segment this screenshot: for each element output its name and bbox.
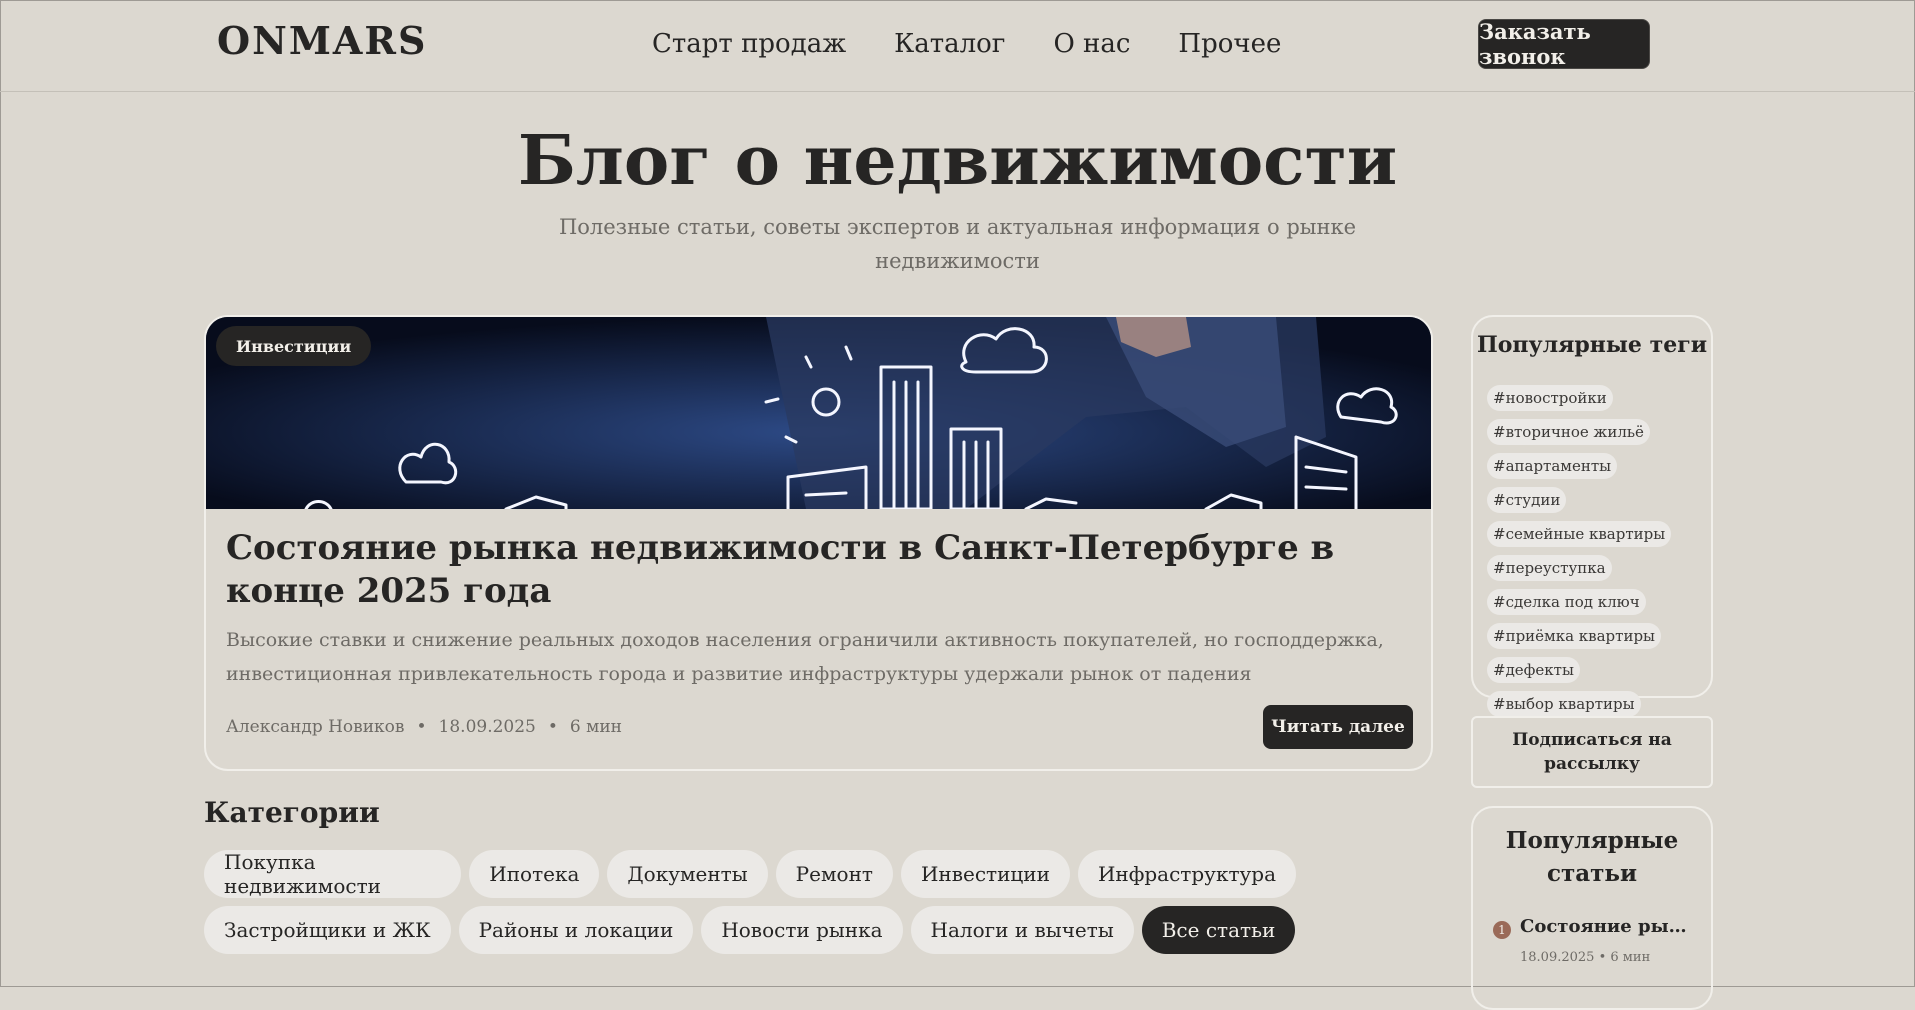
popular-tags-panel: Популярные теги #новостройки #вторичное …: [1471, 315, 1713, 717]
featured-article-title[interactable]: Состояние рынка недвижимости в Санкт-Пет…: [226, 527, 1406, 613]
category-chip[interactable]: Ипотека: [469, 850, 600, 898]
category-chip[interactable]: Покупка недвижимости: [204, 850, 462, 898]
categories-list: Покупка недвижимости Ипотека Документы Р…: [204, 850, 1304, 962]
featured-article-card[interactable]: Инвестиции Состояние рынка недвижимости …: [204, 315, 1433, 771]
category-chip[interactable]: Районы и локации: [458, 906, 694, 954]
tag-chip[interactable]: #вторичное жильё: [1487, 419, 1650, 445]
tag-chip[interactable]: #апартаменты: [1487, 453, 1618, 479]
article-read-time: 6 мин: [569, 717, 623, 737]
nav-other[interactable]: Прочее: [1178, 26, 1281, 62]
rank-badge: 1: [1493, 921, 1511, 939]
category-chip[interactable]: Новости рынка: [701, 906, 903, 954]
category-chip[interactable]: Инвестиции: [900, 850, 1070, 898]
popular-article-read-time: 6 мин: [1610, 950, 1651, 965]
tag-chip[interactable]: #семейные квартиры: [1487, 521, 1672, 547]
article-meta: Александр Новиков • 18.09.2025 • 6 мин: [226, 717, 622, 737]
subscribe-button[interactable]: Подписаться на рассылку: [1471, 716, 1713, 788]
popular-article-title[interactable]: Состояние рынка недвижимости в Санкт-Пет…: [1520, 916, 1690, 937]
article-author: Александр Новиков: [226, 717, 405, 737]
nav-catalog[interactable]: Каталог: [894, 26, 1005, 62]
featured-article-excerpt: Высокие ставки и снижение реальных доход…: [226, 629, 1384, 685]
subscribe-label: Подписаться на рассылку: [1512, 730, 1672, 774]
tag-chip[interactable]: #переуступка: [1487, 555, 1612, 581]
tag-chip[interactable]: #новостройки: [1487, 385, 1613, 411]
popular-articles-heading: Популярные статьи: [1505, 827, 1679, 887]
category-chip[interactable]: Налоги и вычеты: [910, 906, 1134, 954]
tag-chip[interactable]: #сделка под ключ: [1487, 589, 1646, 615]
nav-about[interactable]: О нас: [1053, 26, 1130, 62]
separator-dot: •: [1598, 950, 1611, 965]
main-nav: Старт продаж Каталог О нас Прочее: [652, 26, 1329, 62]
category-tag[interactable]: Инвестиции: [216, 326, 372, 366]
site-header: ONMARS Старт продаж Каталог О нас Прочее…: [0, 0, 1915, 92]
tag-chip[interactable]: #приёмка квартиры: [1487, 623, 1661, 649]
request-call-button[interactable]: Заказать звонок: [1478, 19, 1650, 69]
category-chip[interactable]: Инфраструктура: [1077, 850, 1296, 898]
tag-chip[interactable]: #студии: [1487, 487, 1567, 513]
city-sketch-illustration: [206, 317, 1431, 509]
popular-articles-panel: Популярные статьи 1 Состояние рынка недв…: [1471, 806, 1713, 1010]
page-title: Блог о недвижимости: [517, 121, 1398, 201]
tag-list: #новостройки #вторичное жильё #апартамен…: [1487, 385, 1702, 725]
category-chip-all-articles[interactable]: Все статьи: [1141, 906, 1296, 954]
category-chip[interactable]: Ремонт: [775, 850, 893, 898]
logo[interactable]: ONMARS: [217, 18, 427, 63]
tag-chip[interactable]: #дефекты: [1487, 657, 1580, 683]
popular-tags-heading: Популярные теги: [1476, 332, 1708, 358]
categories-heading: Категории: [204, 796, 380, 829]
separator-dot: •: [416, 717, 427, 737]
popular-article-meta: 18.09.2025 • 6 мин: [1520, 950, 1650, 965]
category-chip[interactable]: Застройщики и ЖК: [204, 906, 451, 954]
separator-dot: •: [547, 717, 558, 737]
page-subtitle: Полезные статьи, советы экспертов и акту…: [558, 215, 1357, 273]
article-date: 18.09.2025: [438, 717, 536, 737]
featured-article-image[interactable]: Инвестиции: [206, 317, 1431, 509]
nav-sales-start[interactable]: Старт продаж: [652, 26, 846, 62]
read-more-button[interactable]: Читать далее: [1263, 705, 1413, 749]
popular-article-date: 18.09.2025: [1520, 950, 1595, 965]
tag-chip[interactable]: #выбор квартиры: [1487, 691, 1641, 717]
category-chip[interactable]: Документы: [607, 850, 768, 898]
